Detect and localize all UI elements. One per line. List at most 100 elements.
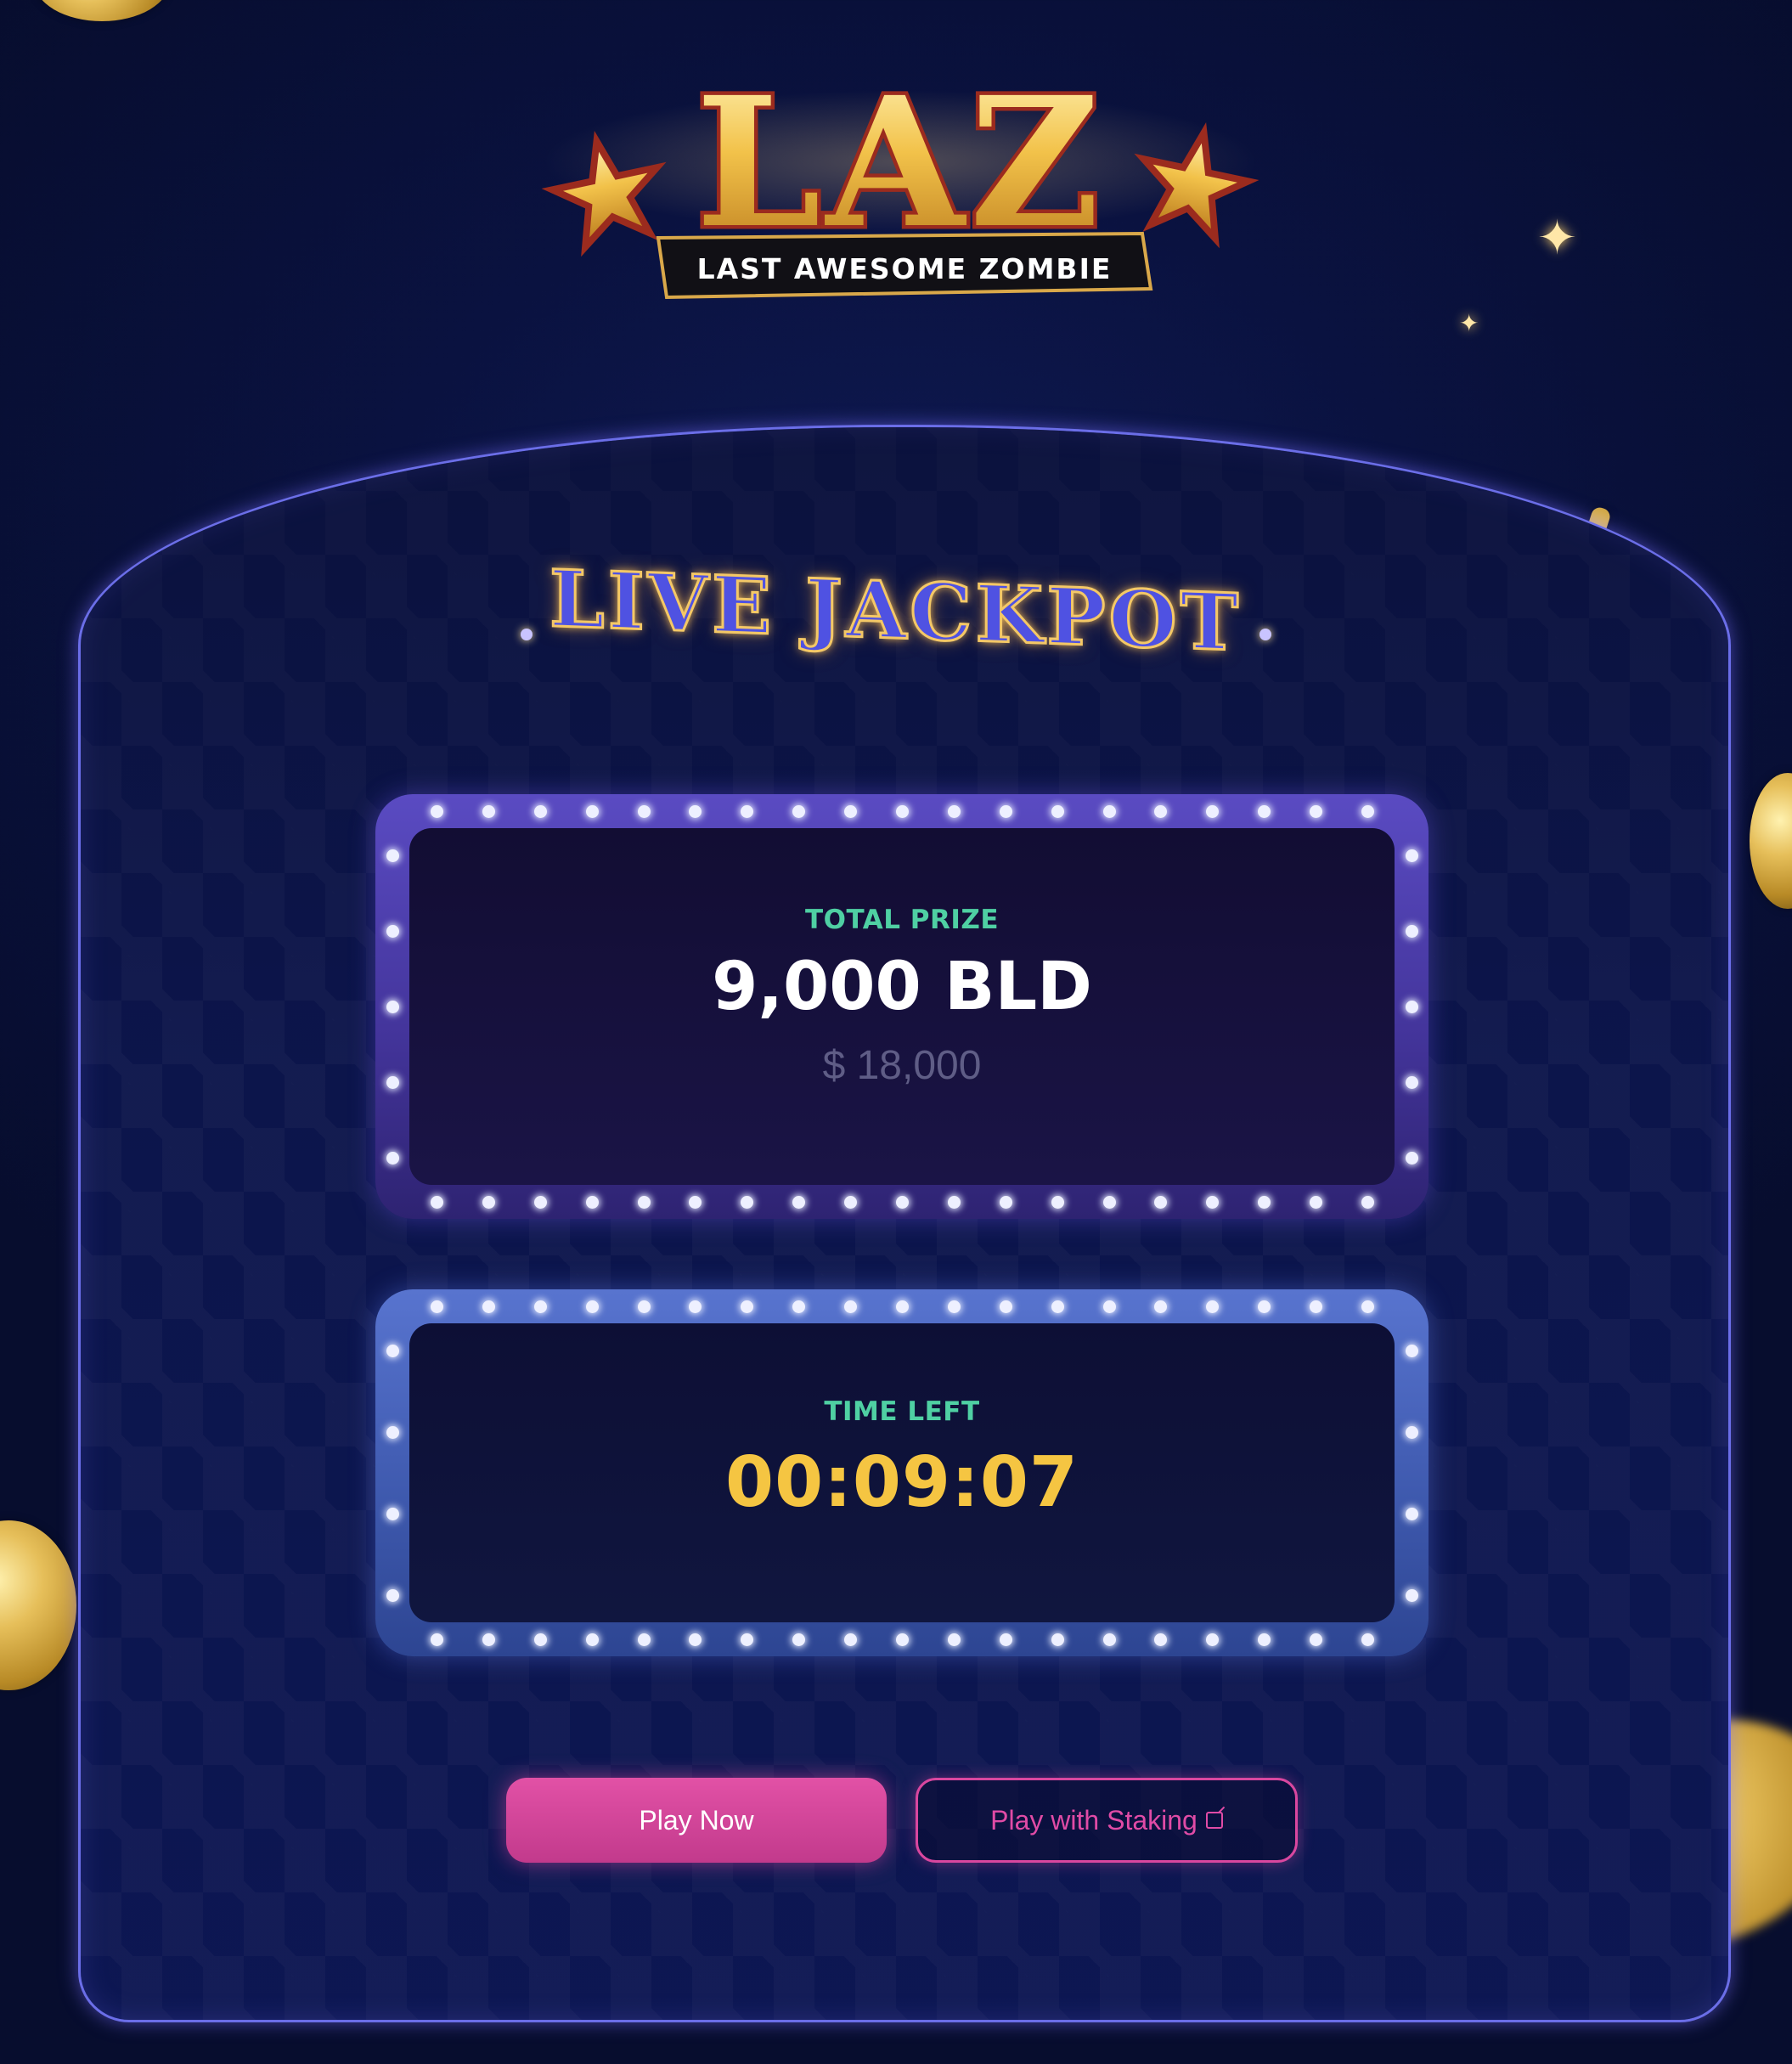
sparkle-icon: ✦ (1459, 309, 1479, 337)
total-prize-amount: 9,000 BLD (712, 949, 1092, 1025)
marquee-bulb (1406, 925, 1418, 938)
marquee-bulb (947, 1633, 961, 1646)
jackpot-card (78, 425, 1731, 2022)
marquee-bulb (689, 805, 702, 818)
marquee-bulb (386, 1001, 399, 1013)
countdown-timer: 00:09:07 (725, 1442, 1079, 1523)
marquee-bulb (792, 1300, 806, 1313)
marquee-bulb (1361, 1633, 1374, 1646)
marquee-bulb (386, 1345, 399, 1357)
marquee-bulb (637, 1300, 651, 1313)
star-icon (541, 130, 667, 257)
title-dot-left (521, 628, 533, 640)
logo-graphic: LAZ LAST AWESOME ZOMBIE (541, 54, 1259, 300)
external-link-icon (1205, 1812, 1223, 1829)
marquee-bulb (585, 1633, 599, 1646)
marquee-bulb (1361, 1300, 1374, 1313)
marquee-bulb (1258, 1633, 1271, 1646)
marquee-bulb (896, 1300, 909, 1313)
play-with-staking-button[interactable]: Play with Staking (916, 1778, 1298, 1863)
marquee-bulb (1406, 1076, 1418, 1089)
marquee-bulb (1154, 1633, 1168, 1646)
marquee-bulb (1258, 1300, 1271, 1313)
marquee-bulb (999, 805, 1012, 818)
marquee-bulb (1051, 1300, 1064, 1313)
marquee-bulb (637, 805, 651, 818)
marquee-bulb (482, 805, 495, 818)
marquee-bulb (386, 1508, 399, 1520)
marquee-bulb (533, 1196, 547, 1209)
marquee-bulb (482, 1196, 495, 1209)
marquee-bulb (999, 1633, 1012, 1646)
marquee-bulb (1310, 1300, 1323, 1313)
marquee-bulb (844, 1300, 858, 1313)
marquee-bulb (792, 805, 806, 818)
marquee-bulb (585, 805, 599, 818)
marquee-bulb (431, 1300, 443, 1313)
marquee-bulb (947, 1300, 961, 1313)
marquee-bulb (1206, 1300, 1220, 1313)
marquee-bulb (1051, 1633, 1064, 1646)
laz-logo: LAZ LAST AWESOME ZOMBIE (357, 17, 1444, 357)
prize-screen: TOTAL PRIZE 9,000 BLD $ 18,000 (409, 828, 1395, 1185)
marquee-bulb (386, 1589, 399, 1602)
coin-decoration (0, 1520, 76, 1690)
marquee-bulb (1406, 1508, 1418, 1520)
marquee-bulb (844, 805, 858, 818)
time-left-label: TIME LEFT (824, 1396, 980, 1427)
marquee-bulb (1102, 1633, 1116, 1646)
marquee-bulb (1102, 1300, 1116, 1313)
marquee-bulb (1310, 1196, 1323, 1209)
marquee-bulb (1102, 1196, 1116, 1209)
play-now-button[interactable]: Play Now (506, 1778, 887, 1863)
marquee-bulb (947, 805, 961, 818)
star-icon (1134, 121, 1259, 249)
total-prize-panel: TOTAL PRIZE 9,000 BLD $ 18,000 (375, 794, 1429, 1219)
sparkle-icon: ✦ (1537, 211, 1577, 266)
marquee-bulb (741, 1633, 754, 1646)
marquee-bulb (482, 1300, 495, 1313)
marquee-bulb (689, 1300, 702, 1313)
marquee-bulb (482, 1633, 495, 1646)
marquee-bulb (1406, 1345, 1418, 1357)
marquee-bulb (792, 1196, 806, 1209)
title-dot-right (1259, 628, 1271, 640)
marquee-bulb (1406, 1152, 1418, 1165)
marquee-bulb (1406, 1001, 1418, 1013)
marquee-bulb (741, 1300, 754, 1313)
marquee-bulb (999, 1196, 1012, 1209)
marquee-bulb (533, 805, 547, 818)
jackpot-title: LIVE JACKPOT (549, 551, 1243, 669)
marquee-bulb (999, 1300, 1012, 1313)
marquee-bulb (637, 1196, 651, 1209)
marquee-bulb (386, 925, 399, 938)
marquee-bulb (1154, 1196, 1168, 1209)
marquee-bulb (386, 849, 399, 862)
marquee-bulb (689, 1633, 702, 1646)
marquee-bulb (1051, 1196, 1064, 1209)
marquee-bulb (896, 1196, 909, 1209)
marquee-bulb (386, 1076, 399, 1089)
marquee-bulb (896, 1633, 909, 1646)
marquee-bulb (533, 1300, 547, 1313)
marquee-bulb (1206, 1633, 1220, 1646)
marquee-bulb (386, 1426, 399, 1439)
time-left-panel: TIME LEFT 00:09:07 (375, 1289, 1429, 1656)
marquee-bulb (844, 1196, 858, 1209)
marquee-bulb (792, 1633, 806, 1646)
marquee-bulb (386, 1152, 399, 1165)
marquee-bulb (1406, 1426, 1418, 1439)
marquee-bulb (431, 805, 443, 818)
marquee-bulb (1406, 849, 1418, 862)
marquee-bulb (1258, 805, 1271, 818)
marquee-bulb (585, 1196, 599, 1209)
play-with-staking-label: Play with Staking (990, 1804, 1197, 1836)
marquee-bulb (585, 1300, 599, 1313)
total-prize-usd: $ 18,000 (822, 1043, 982, 1088)
marquee-bulb (947, 1196, 961, 1209)
marquee-bulb (1310, 1633, 1323, 1646)
logo-tagline: LAST AWESOME ZOMBIE (697, 252, 1113, 285)
marquee-bulb (1361, 805, 1374, 818)
marquee-bulb (689, 1196, 702, 1209)
marquee-bulb (896, 805, 909, 818)
